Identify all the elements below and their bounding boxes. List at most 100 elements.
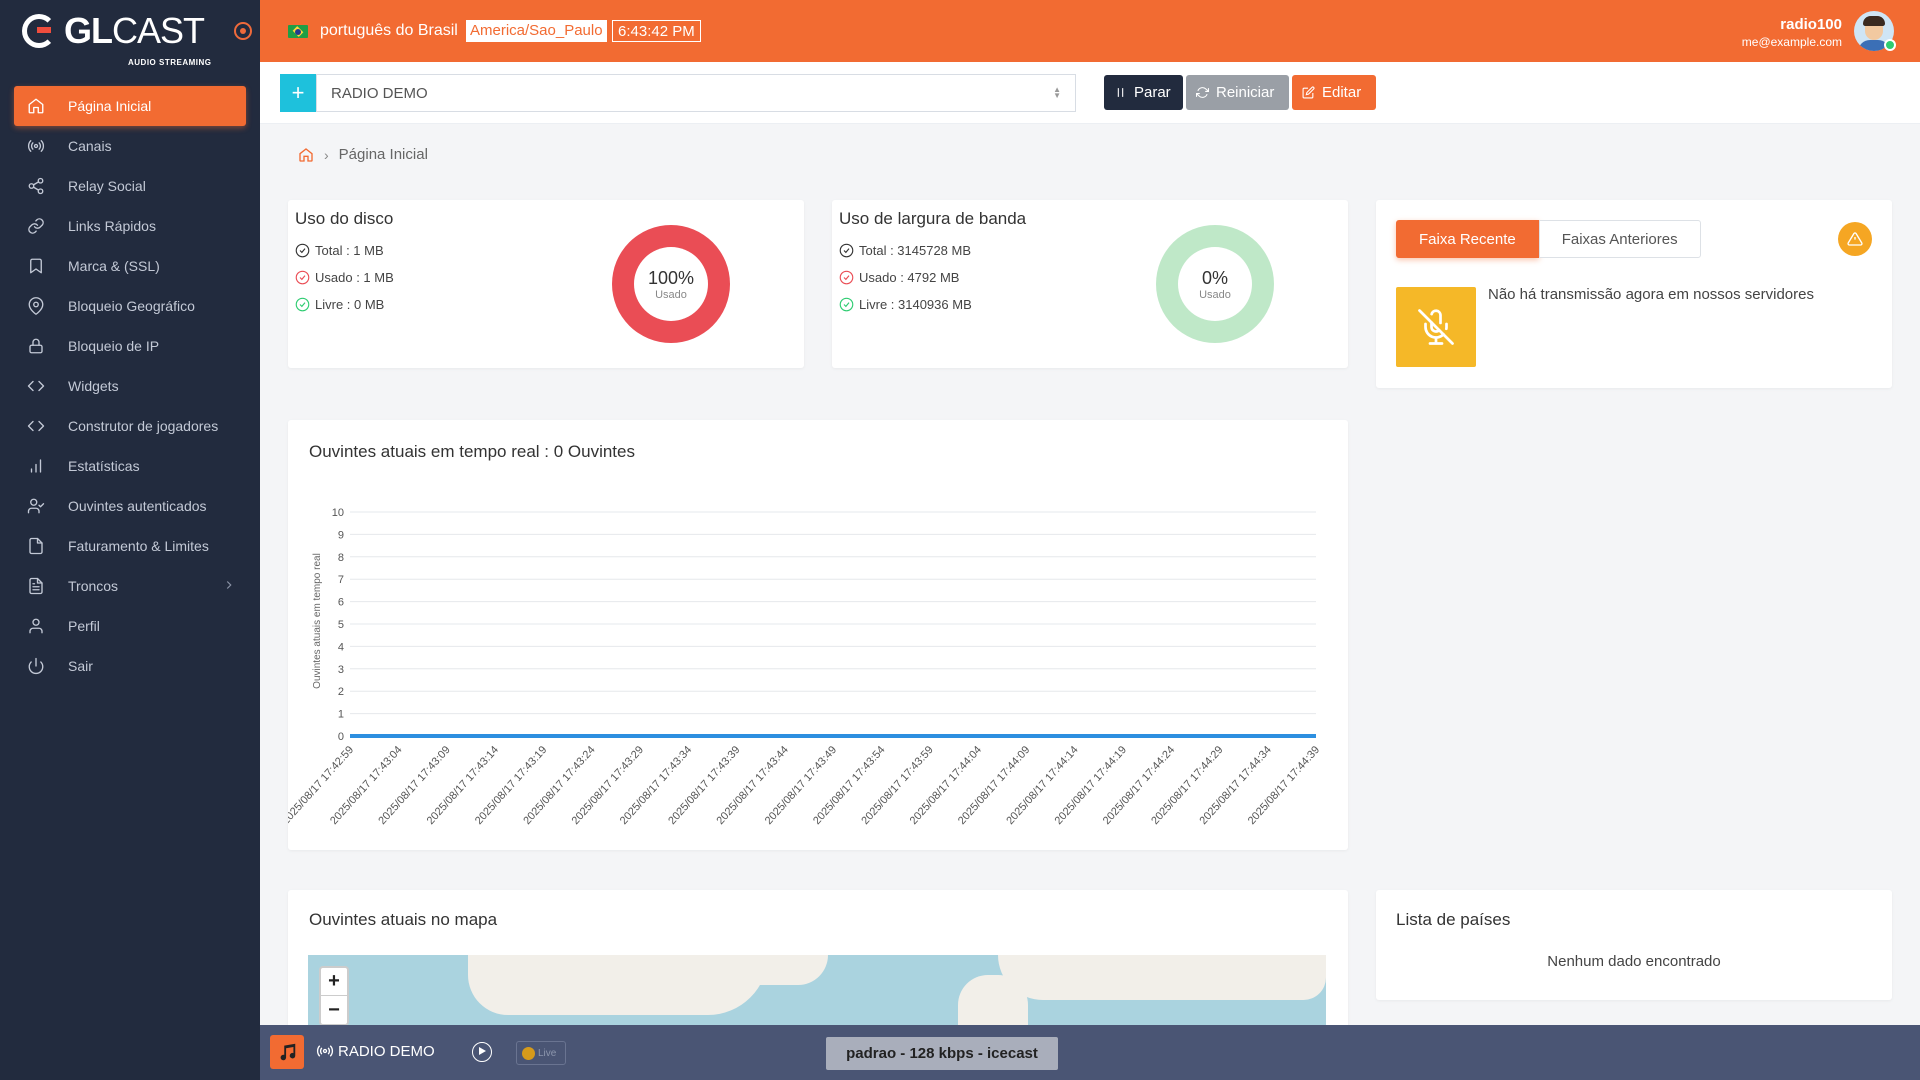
bandwidth-percent: 0% bbox=[1201, 267, 1228, 288]
add-station-button[interactable]: + bbox=[280, 74, 316, 112]
live-dot-icon bbox=[522, 1046, 535, 1060]
brazil-flag-icon bbox=[288, 25, 308, 38]
chart-y-tick-label: 7 bbox=[338, 574, 344, 586]
sidebar-item-label: Faturamento & Limites bbox=[68, 538, 209, 554]
country-list-card: Lista de países Nenhum dado encontrado bbox=[1376, 890, 1892, 1000]
tab-previous-tracks[interactable]: Faixas Anteriores bbox=[1538, 220, 1701, 258]
breadcrumb: › Página Inicial bbox=[298, 146, 428, 163]
sidebar-item-faturamento-limites[interactable]: Faturamento & Limites bbox=[14, 526, 246, 566]
user-name[interactable]: radio100 bbox=[1780, 16, 1842, 33]
sidebar-item-troncos[interactable]: Troncos bbox=[14, 566, 246, 606]
edit-label: Editar bbox=[1322, 84, 1362, 101]
sidebar-item-label: Ouvintes autenticados bbox=[68, 498, 207, 514]
bandwidth-usage-donut: 0% Usado bbox=[1156, 225, 1274, 343]
sidebar-item-marca-ssl[interactable]: Marca & (SSL) bbox=[14, 246, 246, 286]
sidebar: GLCAST AUDIO STREAMING Página Inicial Ca… bbox=[0, 0, 260, 1080]
warning-icon[interactable] bbox=[1838, 222, 1872, 256]
sidebar-item-bloqueio-geografico[interactable]: Bloqueio Geográfico bbox=[14, 286, 246, 326]
chart-y-tick-label: 6 bbox=[338, 597, 344, 609]
logo-text-bold: GL bbox=[64, 10, 113, 51]
disk-percent: 100% bbox=[647, 267, 695, 288]
audio-player-bar: RADIO DEMO Live padrao - 128 kbps - icec… bbox=[260, 1025, 1920, 1080]
check-circle-icon bbox=[295, 297, 310, 312]
sidebar-item-label: Widgets bbox=[68, 378, 119, 394]
restart-button[interactable]: Reiniciar bbox=[1186, 75, 1289, 110]
station-select[interactable]: RADIO DEMO ▲ ▼ bbox=[316, 74, 1076, 112]
home-icon[interactable] bbox=[298, 147, 314, 163]
sidebar-item-pagina-inicial[interactable]: Página Inicial bbox=[14, 86, 246, 126]
sidebar-item-construtor-jogadores[interactable]: Construtor de jogadores bbox=[14, 406, 246, 446]
sidebar-item-links-rapidos[interactable]: Links Rápidos bbox=[14, 206, 246, 246]
sidebar-item-label: Página Inicial bbox=[68, 98, 152, 114]
stream-info[interactable]: padrao - 128 kbps - icecast bbox=[826, 1037, 1058, 1070]
sidebar-item-widgets[interactable]: Widgets bbox=[14, 366, 246, 406]
user-email: me@example.com bbox=[1741, 35, 1842, 49]
brand-logo[interactable]: GLCAST AUDIO STREAMING bbox=[0, 0, 260, 67]
zoom-in-button[interactable]: + bbox=[321, 968, 347, 996]
check-circle-icon bbox=[839, 297, 854, 312]
check-circle-icon bbox=[839, 270, 854, 285]
music-note-icon bbox=[270, 1035, 304, 1069]
tab-recent-track[interactable]: Faixa Recente bbox=[1396, 220, 1539, 258]
realtime-listeners-card: Ouvintes atuais em tempo real : 0 Ouvint… bbox=[288, 420, 1348, 850]
refresh-icon bbox=[1196, 87, 1209, 98]
player-station: RADIO DEMO bbox=[316, 1042, 435, 1060]
sidebar-item-label: Links Rápidos bbox=[68, 218, 156, 234]
chart-y-axis-label: Ouvintes atuais em tempo real bbox=[312, 553, 323, 689]
language-selector[interactable]: português do Brasil bbox=[320, 22, 458, 40]
listeners-map-card: Ouvintes atuais no mapa + − bbox=[288, 890, 1348, 1040]
restart-label: Reiniciar bbox=[1216, 84, 1275, 101]
sidebar-item-label: Troncos bbox=[68, 578, 119, 594]
bookmark-icon bbox=[26, 256, 46, 276]
disk-used: Usado : 1 MB bbox=[315, 270, 394, 285]
chart-y-tick-label: 1 bbox=[338, 709, 344, 721]
sidebar-item-ouvintes-autenticados[interactable]: Ouvintes autenticados bbox=[14, 486, 246, 526]
lock-icon bbox=[26, 336, 46, 356]
mic-off-icon bbox=[1418, 309, 1454, 345]
chart-y-tick-label: 3 bbox=[338, 664, 344, 676]
sidebar-item-label: Relay Social bbox=[68, 178, 146, 194]
sidebar-item-label: Bloqueio Geográfico bbox=[68, 298, 195, 314]
edit-button[interactable]: Editar bbox=[1292, 75, 1376, 110]
check-circle-icon bbox=[839, 243, 854, 258]
sidebar-item-label: Bloqueio de IP bbox=[68, 338, 160, 354]
zoom-out-button[interactable]: − bbox=[321, 996, 347, 1024]
sidebar-item-bloqueio-ip[interactable]: Bloqueio de IP bbox=[14, 326, 246, 366]
broadcast-icon bbox=[26, 136, 46, 156]
link-icon bbox=[26, 216, 46, 236]
disk-total: Total : 1 MB bbox=[315, 243, 384, 258]
breadcrumb-separator: › bbox=[324, 146, 329, 163]
live-badge: Live bbox=[516, 1041, 566, 1065]
map-land bbox=[738, 955, 828, 985]
no-broadcast-message: Não há transmissão agora em nossos servi… bbox=[1488, 286, 1814, 303]
clock-label: 6:43:42 PM bbox=[612, 20, 701, 42]
disk-free: Livre : 0 MB bbox=[315, 297, 385, 312]
map-title: Ouvintes atuais no mapa bbox=[309, 910, 498, 929]
chart-y-tick-label: 10 bbox=[332, 507, 344, 519]
logo-subtitle: AUDIO STREAMING bbox=[128, 58, 212, 67]
avatar-hair bbox=[1863, 16, 1885, 26]
sidebar-item-sair[interactable]: Sair bbox=[14, 646, 246, 686]
stop-button[interactable]: Parar bbox=[1104, 75, 1183, 110]
play-button[interactable] bbox=[472, 1042, 492, 1062]
world-map[interactable]: + − bbox=[308, 955, 1326, 1035]
online-status-icon bbox=[1884, 39, 1896, 51]
edit-icon bbox=[1302, 86, 1315, 99]
chart-y-tick-label: 5 bbox=[338, 619, 344, 631]
sidebar-item-canais[interactable]: Canais bbox=[14, 126, 246, 166]
track-tabs: Faixa Recente Faixas Anteriores bbox=[1396, 220, 1701, 258]
bandwidth-usage-title: Uso de largura de banda bbox=[839, 209, 1027, 228]
chart-gridlines bbox=[350, 511, 1316, 737]
file-text-icon bbox=[26, 576, 46, 596]
user-check-icon bbox=[26, 496, 46, 516]
sidebar-item-estatisticas[interactable]: Estatísticas bbox=[14, 446, 246, 486]
timezone-label: America/Sao_Paulo bbox=[466, 20, 607, 42]
sidebar-item-relay-social[interactable]: Relay Social bbox=[14, 166, 246, 206]
no-data-message: Nenhum dado encontrado bbox=[1547, 953, 1721, 970]
bandwidth-donut-label: Usado bbox=[1199, 288, 1231, 301]
chevron-right-icon bbox=[222, 578, 236, 595]
user-icon bbox=[26, 616, 46, 636]
chart-y-tick-label: 0 bbox=[338, 731, 344, 743]
chart-x-ticks: 2025/08/17 17:42:592025/08/17 17:43:0420… bbox=[288, 744, 1322, 827]
sidebar-item-perfil[interactable]: Perfil bbox=[14, 606, 246, 646]
